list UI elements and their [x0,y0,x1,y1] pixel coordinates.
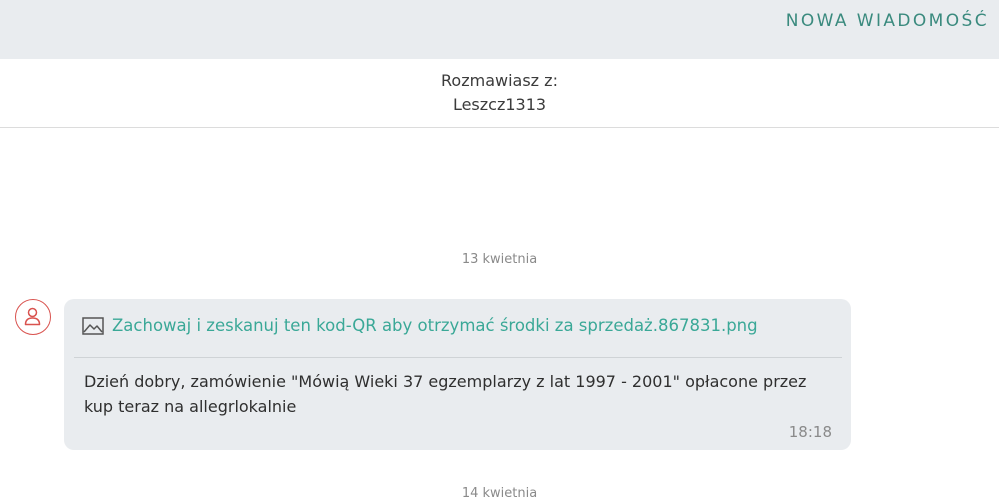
attachment-link[interactable]: Zachowaj i zeskanuj ten kod-QR aby otrzy… [82,316,758,335]
message-timestamp: 18:18 [788,423,832,441]
conversation-header: Rozmawiasz z: Leszcz1313 [0,59,999,128]
date-separator: 13 kwietnia [461,252,538,267]
image-icon [82,316,104,335]
message-bubble: Zachowaj i zeskanuj ten kod-QR aby otrzy… [64,299,851,450]
conversation-username[interactable]: Leszcz1313 [0,95,999,114]
divider [74,357,842,358]
new-message-button[interactable]: NOWA WIADOMOŚĆ [786,11,989,31]
message-text: Dzień dobry, zamówienie "Mówią Wieki 37 … [84,372,807,416]
date-separator: 14 kwietnia [461,486,538,501]
attachment-filename[interactable]: Zachowaj i zeskanuj ten kod-QR aby otrzy… [112,316,758,335]
conversation-label: Rozmawiasz z: [441,71,558,90]
user-icon [24,307,41,326]
avatar [15,299,51,335]
top-bar: NOWA WIADOMOŚĆ [0,0,999,59]
